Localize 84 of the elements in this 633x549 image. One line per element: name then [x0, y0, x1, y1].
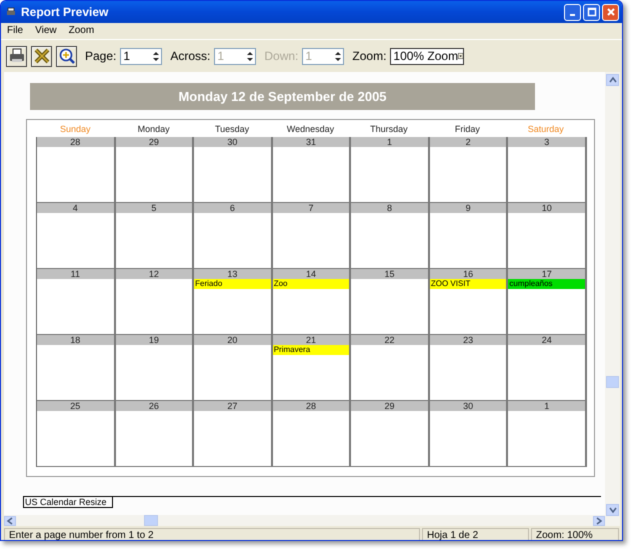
status-pane: Enter a page number from 1 to 2 — [4, 528, 420, 540]
zoom-icon — [58, 47, 76, 65]
day-number: 1 — [508, 401, 585, 411]
calendar-event: Zoo — [272, 279, 350, 289]
day-number: 21 — [272, 335, 350, 345]
calendar-event: Primavera — [272, 345, 350, 355]
day-number: 12 — [116, 269, 192, 279]
day-number: 30 — [194, 137, 271, 147]
field-label: Zoom: — [352, 49, 386, 63]
day-name: Wednesday — [286, 124, 336, 136]
day-number: 11 — [37, 269, 114, 279]
day-number: 30 — [430, 401, 506, 411]
day-number: 7 — [272, 203, 350, 213]
scroll-thumb[interactable] — [606, 376, 619, 388]
printer-icon — [8, 47, 26, 65]
day-number: 5 — [116, 203, 192, 213]
spin-field[interactable]: 1 — [120, 48, 162, 64]
maximize-button[interactable] — [583, 4, 600, 20]
spin-arrows-icon[interactable] — [152, 50, 160, 62]
menu-item[interactable]: File — [7, 25, 24, 39]
calendar-event: cumpleaños — [508, 279, 585, 289]
print-button[interactable] — [6, 46, 27, 66]
day-number: 2 — [430, 137, 506, 147]
window-title: Report Preview — [21, 5, 108, 19]
report-footer: US Calendar Resize — [23, 497, 113, 508]
close-button[interactable] — [602, 4, 619, 20]
calendar-event: Feriado — [194, 279, 271, 289]
status-pane: Zoom: 100% — [531, 528, 619, 540]
day-number: 28 — [37, 137, 114, 147]
vertical-scrollbar[interactable] — [605, 72, 620, 526]
day-number: 3 — [508, 137, 585, 147]
day-name: Sunday — [58, 124, 92, 136]
day-number: 31 — [272, 137, 350, 147]
maximize-icon — [586, 7, 596, 17]
day-number: 20 — [194, 335, 271, 345]
day-number: 14 — [272, 269, 350, 279]
horizontal-scrollbar[interactable] — [4, 515, 605, 526]
day-name: Monday — [136, 124, 171, 136]
day-number: 25 — [37, 401, 114, 411]
minimize-button[interactable] — [564, 4, 581, 20]
scroll-up-button[interactable] — [606, 74, 619, 86]
day-number: 13 — [194, 269, 271, 279]
scroll-left-button[interactable] — [4, 516, 16, 526]
day-number: 17 — [508, 269, 585, 279]
day-number: 19 — [116, 335, 192, 345]
status-pane: Hoja 1 de 2 — [422, 528, 529, 540]
day-name: Thursday — [369, 124, 409, 136]
day-number: 24 — [508, 335, 585, 345]
field-label: Page: — [85, 49, 116, 63]
day-number: 9 — [430, 203, 506, 213]
minimize-icon — [570, 14, 575, 16]
close-preview-button[interactable] — [31, 46, 52, 66]
calendar-event: ZOO VISIT — [430, 279, 506, 289]
day-number: 29 — [116, 137, 192, 147]
day-number: 15 — [351, 269, 428, 279]
day-number: 6 — [194, 203, 271, 213]
zoom-dropdown[interactable]: 100% Zoom — [390, 48, 464, 64]
day-name: Friday — [454, 124, 481, 136]
scroll-thumb[interactable] — [144, 515, 158, 526]
zoom-button[interactable] — [56, 46, 77, 66]
day-number: 26 — [116, 401, 192, 411]
day-name: Tuesday — [214, 124, 250, 136]
day-name: Saturday — [526, 124, 565, 136]
field-label: Down: — [264, 49, 298, 63]
day-number: 22 — [351, 335, 428, 345]
field-label: Across: — [170, 49, 210, 63]
day-number: 1 — [351, 137, 428, 147]
day-number: 18 — [37, 335, 114, 345]
day-number: 27 — [194, 401, 271, 411]
day-number: 10 — [508, 203, 585, 213]
day-number: 4 — [37, 203, 114, 213]
day-number: 28 — [272, 401, 350, 411]
scroll-down-button[interactable] — [606, 504, 619, 516]
day-number: 8 — [351, 203, 428, 213]
day-number: 23 — [430, 335, 506, 345]
day-number: 29 — [351, 401, 428, 411]
report-heading: Monday 12 de September de 2005 — [30, 83, 535, 110]
cross-icon — [32, 47, 50, 65]
menu-item[interactable]: Zoom — [68, 25, 94, 39]
printer-icon — [6, 7, 16, 17]
scroll-right-button[interactable] — [593, 516, 605, 526]
menu-item[interactable]: View — [35, 25, 57, 39]
close-icon — [606, 7, 616, 17]
day-number: 16 — [430, 269, 506, 279]
